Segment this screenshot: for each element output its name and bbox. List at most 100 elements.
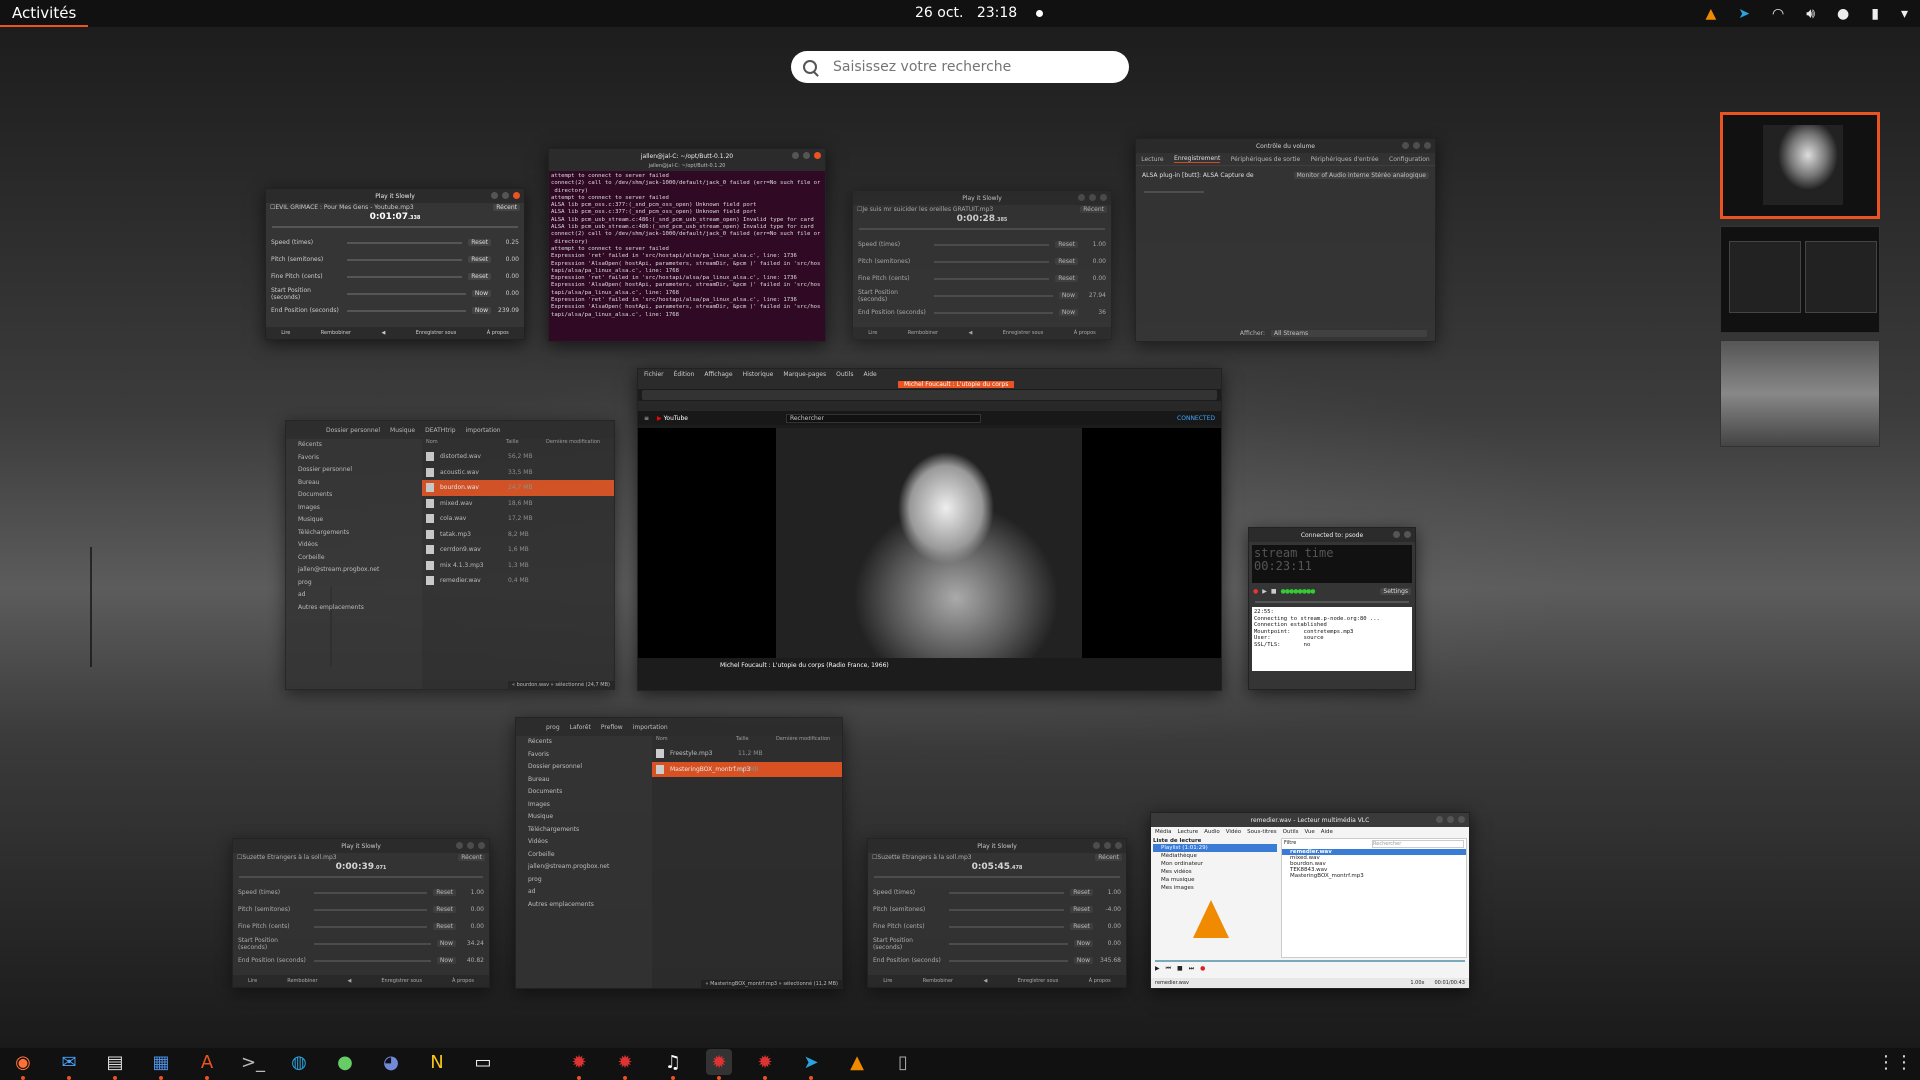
- parameter-slider[interactable]: [314, 942, 431, 945]
- menu-item[interactable]: Lecture: [1178, 829, 1199, 835]
- about-button[interactable]: À propos: [1074, 330, 1096, 336]
- playback-speed[interactable]: 1.00x: [1410, 980, 1424, 986]
- parameter-reset-button[interactable]: Now: [436, 940, 456, 947]
- close-button[interactable]: [814, 152, 821, 159]
- crumb[interactable]: prog: [546, 724, 560, 731]
- sidebar-item[interactable]: Bureau: [516, 774, 652, 787]
- battery-icon[interactable]: ▮: [1871, 6, 1879, 22]
- parameter-slider[interactable]: [949, 925, 1065, 928]
- open-file-button[interactable]: Récent: [1095, 854, 1122, 861]
- rewind-button[interactable]: Rembobiner: [287, 978, 317, 984]
- parameter-reset-button[interactable]: Reset: [1070, 889, 1093, 896]
- microphone-icon[interactable]: ●: [1837, 6, 1849, 22]
- sidebar-item[interactable]: Corbeille: [286, 552, 422, 565]
- play-icon[interactable]: ▶: [1262, 588, 1267, 595]
- window-titlebar[interactable]: Contrôle du volume: [1136, 139, 1435, 153]
- parameter-value[interactable]: 0.00: [491, 290, 519, 297]
- youtube-search-input[interactable]: Rechercher: [785, 413, 981, 423]
- maximize-button[interactable]: [1413, 142, 1420, 149]
- parameter-reset-button[interactable]: Reset: [433, 906, 456, 913]
- parameter-reset-button[interactable]: Reset: [433, 923, 456, 930]
- col-modified[interactable]: Dernière modification: [776, 736, 830, 746]
- parameter-value[interactable]: 0.00: [456, 906, 484, 913]
- video-player[interactable]: [638, 428, 1221, 658]
- maximize-button[interactable]: [803, 152, 810, 159]
- parameter-reset-button[interactable]: Reset: [1055, 258, 1078, 265]
- parameter-reset-button[interactable]: Now: [1073, 957, 1093, 964]
- overview-search[interactable]: [791, 51, 1129, 83]
- window-titlebar[interactable]: Play it Slowly: [233, 839, 489, 853]
- settings-button[interactable]: Settings: [1380, 588, 1411, 595]
- playlist-tree-item[interactable]: Mes vidéos: [1153, 868, 1277, 876]
- window-titlebar[interactable]: jallen@jal-C: ~/opt/Butt-0.1.20: [549, 149, 825, 163]
- parameter-value[interactable]: -4.00: [1093, 906, 1121, 913]
- menu-item[interactable]: Vidéo: [1226, 829, 1241, 835]
- sidebar-item[interactable]: Vidéos: [516, 836, 652, 849]
- sidebar-item[interactable]: Autres emplacements: [286, 602, 422, 615]
- minimize-button[interactable]: [1393, 531, 1400, 538]
- file-row[interactable]: cola.wav 17,2 MB: [422, 511, 614, 527]
- play-button[interactable]: Lire: [883, 978, 892, 984]
- parameter-reset-button[interactable]: Now: [471, 290, 491, 297]
- parameter-value[interactable]: 0.25: [491, 239, 519, 246]
- app-round-icon[interactable]: ◍: [286, 1049, 312, 1075]
- parameter-slider[interactable]: [934, 277, 1050, 280]
- parameter-slider[interactable]: [347, 292, 466, 295]
- show-select[interactable]: All Streams: [1271, 330, 1427, 337]
- text-editor-icon[interactable]: ▭: [470, 1049, 496, 1075]
- firefox-icon[interactable]: ◉: [10, 1049, 36, 1080]
- tab-playback[interactable]: Lecture: [1141, 156, 1163, 163]
- parameter-value[interactable]: 1.00: [1078, 241, 1106, 248]
- menu-item[interactable]: Édition: [674, 371, 695, 378]
- tab-recording[interactable]: Enregistrement: [1174, 155, 1221, 163]
- col-size[interactable]: Taille: [736, 736, 776, 746]
- vlc-icon[interactable]: ▲: [844, 1049, 870, 1075]
- about-button[interactable]: À propos: [1089, 978, 1111, 984]
- parameter-reset-button[interactable]: Now: [1058, 292, 1078, 299]
- power-menu-icon[interactable]: ▾: [1901, 6, 1908, 22]
- col-modified[interactable]: Dernière modification: [546, 439, 600, 449]
- butt-log[interactable]: 22:55: Connecting to stream.p-node.org:80…: [1252, 607, 1412, 671]
- crumb[interactable]: Preflow: [601, 724, 623, 731]
- col-size[interactable]: Taille: [506, 439, 546, 449]
- rewind-button[interactable]: Rembobiner: [923, 978, 953, 984]
- wifi-icon[interactable]: ◠: [1772, 6, 1784, 22]
- vlc-tray-icon[interactable]: ▲: [1705, 6, 1716, 22]
- parameter-value[interactable]: 0.00: [1078, 258, 1106, 265]
- butt-lcd[interactable]: stream time 00:23:11: [1252, 545, 1412, 583]
- close-button[interactable]: [478, 842, 485, 849]
- open-file-button[interactable]: Récent: [493, 204, 520, 211]
- parameter-slider[interactable]: [934, 294, 1053, 297]
- position-slider[interactable]: [859, 228, 1105, 230]
- parameter-value[interactable]: 345.68: [1093, 957, 1121, 964]
- sidebar-item[interactable]: Documents: [286, 489, 422, 502]
- menu-item[interactable]: Audio: [1204, 829, 1220, 835]
- crumb[interactable]: Laforêt: [570, 724, 591, 731]
- crumb-home[interactable]: Dossier personnel: [326, 427, 380, 434]
- thunderbird-icon[interactable]: ✉: [56, 1049, 82, 1080]
- youtube-logo[interactable]: ▶ YouTube: [657, 415, 688, 422]
- parameter-slider[interactable]: [949, 959, 1068, 962]
- parameter-reset-button[interactable]: Reset: [468, 273, 491, 280]
- parameter-slider[interactable]: [949, 908, 1065, 911]
- gain-slider[interactable]: [1255, 601, 1409, 603]
- files-window-2[interactable]: prog Laforêt Preflow importation Récents…: [515, 717, 843, 989]
- play-it-slowly-window-2[interactable]: Play it Slowly ☐ Je suis mr suicider les…: [852, 190, 1112, 340]
- playlist-tree-item[interactable]: Mon ordinateur: [1153, 860, 1277, 868]
- playlist-item[interactable]: MasteringBOX_montrf.mp3: [1282, 873, 1466, 879]
- firefox-window[interactable]: Fichier Édition Affichage Historique Mar…: [637, 368, 1222, 691]
- file-app-icon[interactable]: ▯: [890, 1049, 916, 1075]
- play-button[interactable]: Lire: [281, 330, 290, 336]
- minimize-button[interactable]: [792, 152, 799, 159]
- parameter-value[interactable]: 0.00: [491, 273, 519, 280]
- app-red-icon[interactable]: ✹: [752, 1049, 778, 1080]
- window-titlebar[interactable]: Play it Slowly: [266, 189, 524, 203]
- parameter-reset-button[interactable]: Reset: [1070, 923, 1093, 930]
- app-green-icon[interactable]: ●: [332, 1049, 358, 1075]
- stop-icon[interactable]: ■: [1271, 588, 1277, 595]
- menu-item[interactable]: Aide: [1321, 829, 1333, 835]
- workspace-thumbnail-2[interactable]: [1720, 226, 1880, 333]
- position-slider[interactable]: [272, 226, 518, 228]
- file-row[interactable]: bourdon.wav 24,7 MB: [422, 480, 614, 496]
- parameter-value[interactable]: 1.00: [456, 889, 484, 896]
